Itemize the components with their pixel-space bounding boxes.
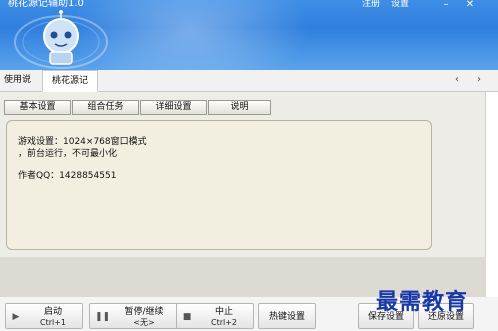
stop-hotkey: Ctrl+2 xyxy=(210,318,238,327)
info-panel: 游戏设置：1024×768窗口模式 ，前台运行，不可最小化 作者QQ：14288… xyxy=(6,120,432,250)
robot-mascot-icon xyxy=(14,10,108,69)
pause-label: 暂停/继续 xyxy=(124,307,164,317)
tab-detail-settings[interactable]: 详细设置 xyxy=(140,100,207,115)
game-settings-text: 游戏设置：1024×768窗口模式 xyxy=(18,137,147,147)
tab-basic-settings[interactable]: 基本设置 xyxy=(4,100,71,115)
tab-usage-guide[interactable]: 使用说明 xyxy=(0,70,42,105)
start-button[interactable]: ▶ 启动 Ctrl+1 xyxy=(5,303,83,329)
start-hotkey: Ctrl+1 xyxy=(39,318,67,327)
stop-button[interactable]: ■ 中止 Ctrl+2 xyxy=(176,303,254,329)
run-mode-text: ，前台运行，不可最小化 xyxy=(18,149,118,159)
author-qq-text: 作者QQ：1428854551 xyxy=(18,171,117,181)
register-link[interactable]: 注册 xyxy=(362,0,380,10)
hotkey-settings-button[interactable]: 热键设置 xyxy=(258,303,316,329)
start-label: 启动 xyxy=(43,307,62,317)
main-content: 基本设置 组合任务 详细设置 说明 游戏设置：1024×768窗口模式 ，前台运… xyxy=(0,92,486,297)
pause-hotkey: <无> xyxy=(133,318,155,327)
watermark-logo: 最需教育 xyxy=(376,289,469,315)
tab-instructions[interactable]: 说明 xyxy=(208,100,271,115)
minimize-button[interactable]: – xyxy=(438,0,454,10)
pause-resume-button[interactable]: ❚❚ 暂停/继续 <无> xyxy=(89,303,181,329)
pause-icon: ❚❚ xyxy=(95,312,111,322)
play-icon: ▶ xyxy=(12,312,20,322)
tab-next-icon[interactable]: › xyxy=(473,74,485,86)
tab-combo-tasks[interactable]: 组合任务 xyxy=(72,100,139,115)
outer-tab-bar: 使用说明 桃花源记 ‹ › xyxy=(0,70,498,105)
tab-prev-icon[interactable]: ‹ xyxy=(451,74,463,86)
tab-taohuayuanji[interactable]: 桃花源记 xyxy=(42,70,98,92)
settings-link[interactable]: 设置 xyxy=(391,0,409,10)
hotkey-settings-label: 热键设置 xyxy=(268,312,305,322)
app-header: 桃花源记辅助1.0 注册 设置 – ✕ xyxy=(0,0,498,70)
stop-label: 中止 xyxy=(214,307,233,317)
stop-icon: ■ xyxy=(182,312,192,322)
close-button[interactable]: ✕ xyxy=(462,0,478,10)
